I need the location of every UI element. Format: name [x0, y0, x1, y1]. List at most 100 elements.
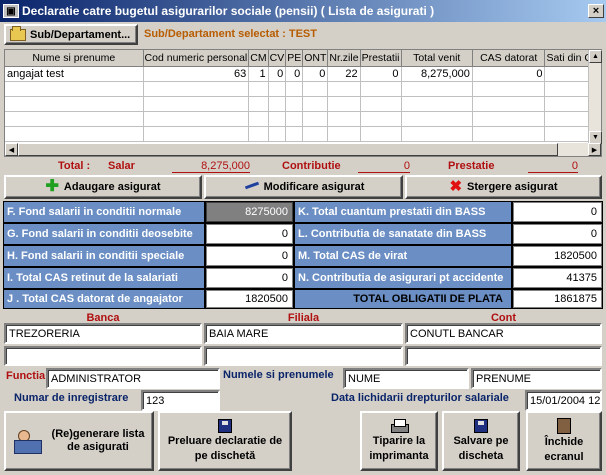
prestatie-value: 0	[528, 160, 578, 173]
table-row[interactable]: angajat test 63 1 0 0 0 22 0 8,275,000 0…	[5, 66, 601, 82]
cell-nrzile: 22	[327, 66, 361, 82]
load-from-disk-button[interactable]: Preluare declaratie de pe dischetă	[158, 411, 292, 471]
exit-door-icon	[557, 418, 571, 434]
folder-icon	[10, 25, 26, 41]
field-l-label: L. Contributia de sanatate din BASS	[295, 224, 511, 244]
nr-inregistrare-input[interactable]: 123	[141, 390, 220, 411]
add-insured-label: Adaugare asigurat	[63, 181, 161, 193]
field-i-value[interactable]: 0	[206, 268, 293, 288]
print-line1: Tiparire la	[372, 435, 426, 447]
scroll-up-arrow[interactable]: ▲	[589, 50, 602, 63]
col-header-pe[interactable]: PE	[285, 50, 304, 67]
selected-subdepartment: Sub/Departament selectat : TEST	[144, 28, 317, 40]
total-obligatii-label: TOTAL OBLIGATII DE PLATA	[295, 290, 511, 308]
field-l-value[interactable]: 0	[513, 224, 602, 244]
table-row[interactable]	[5, 96, 601, 112]
load-from-disk-line1: Preluare declaratie de	[167, 435, 283, 447]
plus-icon: ✚	[45, 178, 59, 195]
grid-header-row: Nume si prenume Cod numeric personal CM …	[5, 50, 601, 67]
close-screen-button[interactable]: Închide ecranul	[526, 411, 602, 471]
scroll-left-arrow[interactable]: ◀	[5, 143, 18, 156]
prenume-input[interactable]: PRENUME	[471, 368, 602, 389]
cont-input-2[interactable]	[405, 346, 602, 366]
table-row[interactable]	[5, 81, 601, 97]
nr-inregistrare-label: Numar de inregistrare	[14, 392, 129, 404]
data-lichidarii-input[interactable]: 15/01/2004 12:	[525, 390, 602, 411]
window-title: Declaratie catre bugetul asigurarilor so…	[22, 4, 435, 18]
save-to-disk-line1: Salvare pe	[453, 435, 509, 447]
col-header-ont[interactable]: ONT	[302, 50, 329, 67]
field-g-label: G. Fond salarii in conditii deosebite	[4, 224, 204, 244]
printer-icon	[390, 419, 409, 433]
delete-icon: ✖	[449, 178, 463, 195]
filiala-input[interactable]: BAIA MARE	[204, 323, 403, 344]
regenerate-list-text: (Re)generare lista de asigurati	[52, 428, 145, 454]
field-k-label: K. Total cuantum prestatii din BASS	[295, 202, 511, 222]
col-header-total-venit[interactable]: Total venit	[401, 50, 473, 67]
field-m-value[interactable]: 1820500	[513, 246, 602, 266]
total-obligatii-value[interactable]: 1861875	[513, 290, 602, 308]
close-screen-line1: Închide	[544, 436, 584, 448]
field-j-value[interactable]: 1820500	[206, 290, 293, 308]
title-bar: ▣ Declaratie catre bugetul asigurarilor …	[0, 0, 606, 22]
floppy-disk-icon	[474, 419, 488, 433]
cell-cm: 1	[248, 66, 269, 82]
field-n-value[interactable]: 41375	[513, 268, 602, 288]
col-header-cv[interactable]: CV	[268, 50, 287, 67]
modify-insured-button[interactable]: Modificare asigurat	[204, 175, 403, 199]
subdepartment-button[interactable]: Sub/Departament...	[4, 24, 138, 45]
add-insured-button[interactable]: ✚ Adaugare asigurat	[4, 175, 202, 199]
close-button[interactable]: ×	[588, 4, 604, 18]
nume-input[interactable]: NUME	[343, 368, 469, 389]
filiala-input-2[interactable]	[204, 346, 403, 366]
subdepartment-button-label: Sub/Departament...	[30, 28, 131, 41]
insured-grid[interactable]: Nume si prenume Cod numeric personal CM …	[4, 49, 602, 157]
prestatie-label: Prestatie	[448, 160, 495, 172]
people-icon	[13, 428, 44, 454]
field-m-label: M. Total CAS de virat	[295, 246, 511, 266]
field-h-value[interactable]: 0	[206, 246, 293, 266]
regenerate-list-line2: de asigurati	[67, 441, 129, 453]
field-g-value[interactable]: 0	[206, 224, 293, 244]
scroll-right-arrow[interactable]: ▶	[588, 143, 601, 156]
print-button[interactable]: Tiparire la imprimanta	[360, 411, 438, 471]
cont-input[interactable]: CONUTL BANCAR	[405, 323, 602, 344]
field-j-label: J . Total CAS datorat de angajator	[4, 290, 204, 308]
vertical-scrollbar[interactable]: ▲ ▼	[588, 50, 602, 144]
salar-value: 8,275,000	[172, 160, 250, 173]
cell-ont: 0	[302, 66, 329, 82]
table-row[interactable]	[5, 126, 601, 142]
app-icon: ▣	[3, 4, 19, 18]
delete-insured-button[interactable]: ✖ Stergere asigurat	[405, 175, 602, 199]
field-i-label: I. Total CAS retinut de la salariati	[4, 268, 204, 288]
total-label: Total :	[58, 160, 91, 172]
banca-input[interactable]: TREZORERIA	[4, 323, 202, 344]
col-header-name[interactable]: Nume si prenume	[5, 50, 144, 67]
edit-icon	[243, 182, 259, 192]
floppy-disk-icon	[218, 419, 232, 433]
load-from-disk-line2: pe dischetă	[194, 450, 256, 462]
banca-input-2[interactable]	[4, 346, 202, 366]
totals-fields-panel: F. Fond salarii in conditii normale 8275…	[3, 201, 603, 309]
horizontal-scrollbar[interactable]: ◀ ▶	[5, 143, 601, 156]
field-k-value[interactable]: 0	[513, 202, 602, 222]
cell-cnp: 63	[143, 66, 250, 82]
col-header-cm[interactable]: CM	[248, 50, 269, 67]
save-to-disk-button[interactable]: Salvare pe discheta	[442, 411, 520, 471]
functia-input[interactable]: ADMINISTRATOR	[46, 368, 220, 389]
cell-name: angajat test	[5, 66, 144, 82]
col-header-prestatii[interactable]: Prestatii	[360, 50, 402, 67]
cell-pe: 0	[285, 66, 304, 82]
close-screen-line2: ecranul	[544, 451, 584, 463]
insured-table: Nume si prenume Cod numeric personal CM …	[5, 50, 601, 142]
col-header-cnp[interactable]: Cod numeric personal	[143, 50, 250, 67]
col-header-nrzile[interactable]: Nr.zile	[327, 50, 361, 67]
horizontal-scroll-thumb[interactable]	[18, 143, 558, 156]
table-row[interactable]	[5, 111, 601, 127]
regenerate-list-button[interactable]: (Re)generare lista de asigurati	[4, 411, 154, 471]
modify-insured-label: Modificare asigurat	[263, 181, 365, 193]
col-header-cas-datorat[interactable]: CAS datorat	[472, 50, 546, 67]
print-line2: imprimanta	[369, 450, 429, 462]
field-f-value[interactable]: 8275000	[206, 202, 293, 222]
data-lichidarii-label: Data lichidarii drepturilor salariale	[331, 392, 509, 404]
